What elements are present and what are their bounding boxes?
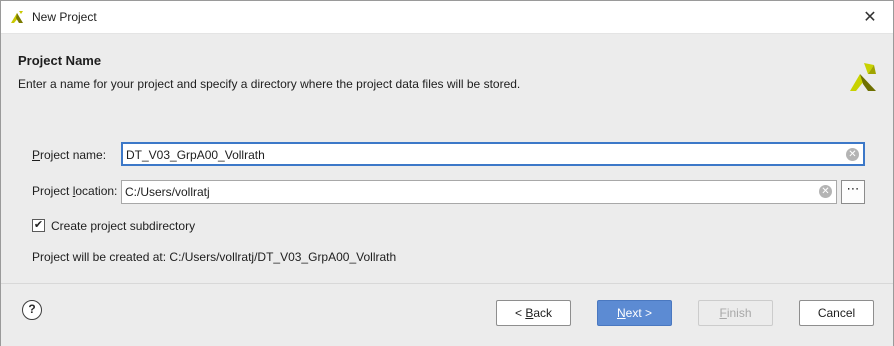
- page-description: Enter a name for your project and specif…: [18, 77, 521, 91]
- created-at-path: Project will be created at: C:/Users/vol…: [32, 250, 397, 264]
- project-location-label: Project location:: [32, 184, 117, 198]
- next-button[interactable]: Next >: [597, 300, 672, 326]
- project-name-label: Project name:: [32, 148, 106, 162]
- xilinx-logo-icon: [11, 11, 23, 23]
- mnemonic: F: [719, 306, 727, 320]
- finish-button: Finish: [698, 300, 773, 326]
- label-text: ext >: [625, 306, 653, 320]
- create-subdirectory-label[interactable]: Create project subdirectory: [51, 219, 195, 233]
- close-icon[interactable]: ✕: [847, 1, 893, 33]
- clear-icon[interactable]: ✕: [846, 148, 859, 161]
- browse-button[interactable]: ⋯: [841, 180, 865, 204]
- label-text: <: [514, 306, 526, 320]
- clear-icon[interactable]: ✕: [819, 185, 832, 198]
- new-project-dialog: New Project ✕ Project Name Enter a name …: [0, 0, 894, 346]
- page-header: Project Name Enter a name for your proje…: [1, 34, 893, 100]
- mnemonic: N: [616, 306, 626, 320]
- vivado-logo-icon: [850, 63, 876, 91]
- title-bar: New Project ✕: [1, 1, 893, 34]
- label-text: inish: [726, 306, 752, 320]
- back-button[interactable]: < Back: [496, 300, 571, 326]
- label-text: Project: [32, 184, 73, 198]
- create-subdirectory-checkbox[interactable]: ✔: [32, 219, 45, 232]
- window-title: New Project: [32, 10, 97, 24]
- cancel-button[interactable]: Cancel: [799, 300, 874, 326]
- project-location-field[interactable]: ✕: [121, 180, 837, 204]
- page-title: Project Name: [18, 53, 102, 68]
- label-text: ocation:: [75, 184, 118, 198]
- help-icon[interactable]: ?: [22, 300, 42, 320]
- footer: ? < Back Next > Finish Cancel: [1, 283, 893, 346]
- mnemonic: P: [32, 148, 41, 162]
- project-name-input[interactable]: [126, 146, 792, 164]
- project-location-input[interactable]: [125, 183, 768, 201]
- project-name-field[interactable]: ✕: [121, 142, 865, 166]
- label-text: roject name:: [40, 148, 107, 162]
- label-text: ack: [533, 306, 553, 320]
